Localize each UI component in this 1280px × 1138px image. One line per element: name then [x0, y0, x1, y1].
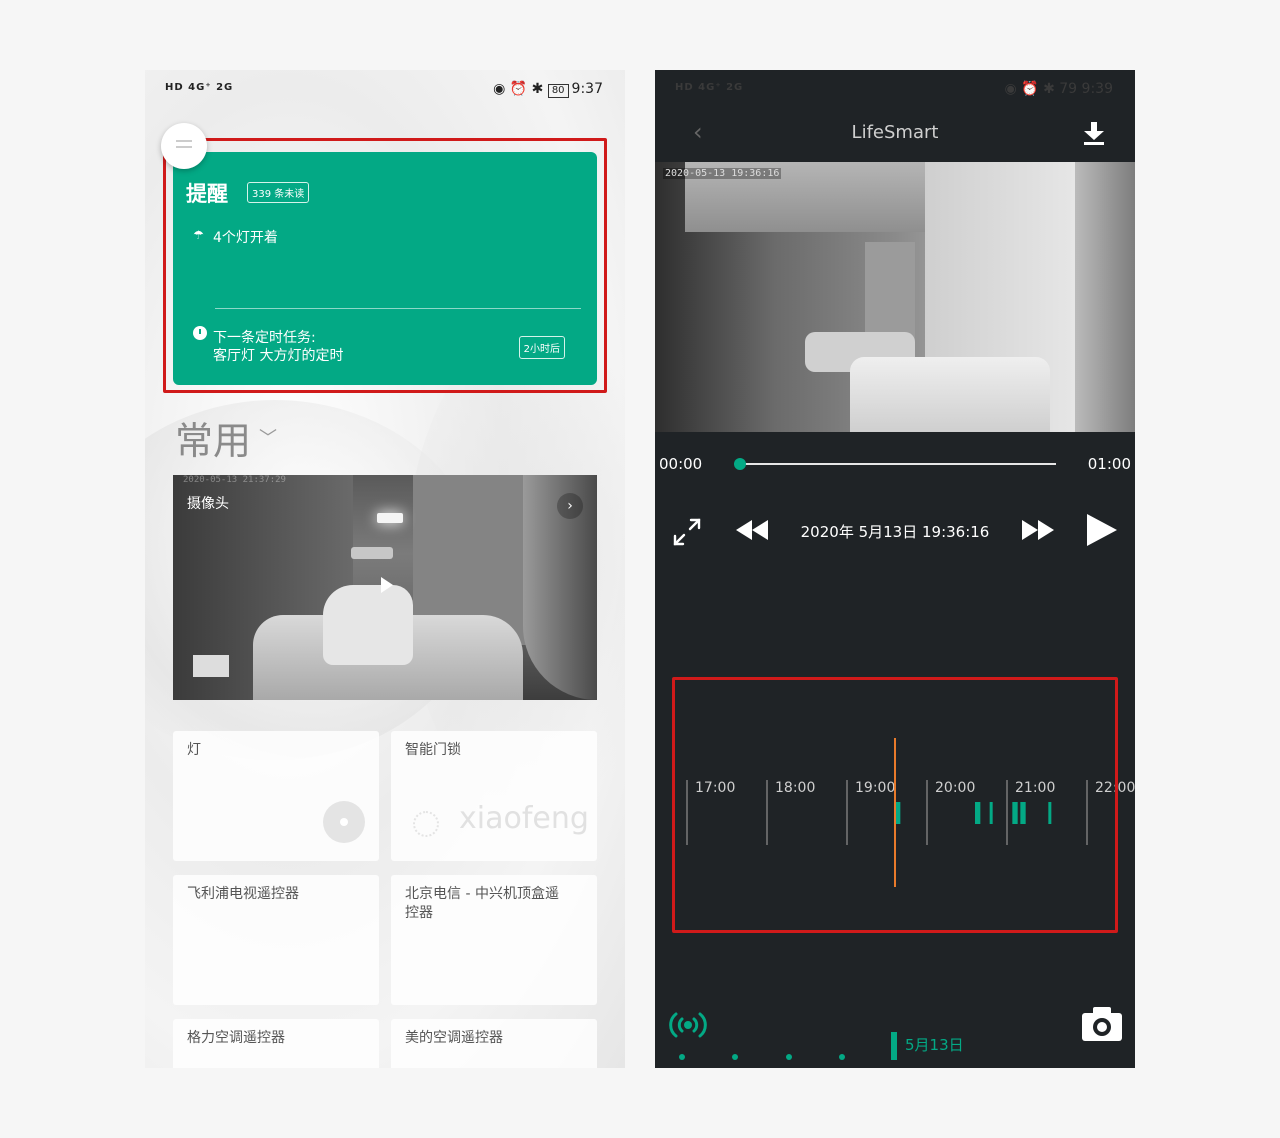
fast-forward-icon[interactable]	[1021, 518, 1055, 542]
playback-datetime: 2020年 5月13日 19:36:16	[800, 523, 990, 541]
device-label: 灯	[187, 742, 201, 758]
device-label: 北京电信 - 中兴机顶盒遥控器	[405, 886, 559, 921]
highlight-box-reminder	[163, 138, 607, 393]
page-dot	[732, 1054, 738, 1060]
page-dot	[786, 1054, 792, 1060]
signal-indicators: HD 4G⁺ 2G	[165, 82, 234, 93]
seek-handle[interactable]	[734, 458, 746, 470]
menu-button[interactable]	[161, 123, 207, 169]
play-icon[interactable]	[1087, 514, 1117, 546]
clock-time: 9:39	[1081, 81, 1113, 97]
playback-end-time: 01:00	[1087, 455, 1131, 473]
status-bar: HD 4G⁺ 2G ◉ ⏰ ✱ 79 9:39	[655, 70, 1135, 110]
signal-indicators: HD 4G⁺ 2G	[675, 82, 744, 93]
eye-icon: ◉	[1004, 81, 1017, 97]
page-dot	[679, 1054, 685, 1060]
camera-card[interactable]: 2020-05-13 21:37:29 摄像头 ›	[173, 475, 597, 700]
camera-snapshot-icon[interactable]	[1081, 1006, 1123, 1042]
video-timestamp: 2020-05-13 19:36:16	[663, 168, 782, 179]
device-label: 美的空调遥控器	[405, 1030, 503, 1046]
live-broadcast-icon[interactable]	[667, 1008, 709, 1042]
right-phone-screen: HD 4G⁺ 2G ◉ ⏰ ✱ 79 9:39 ‹ LifeSmart 2020…	[655, 70, 1135, 1068]
camera-timestamp: 2020-05-13 21:37:29	[183, 475, 286, 485]
device-card-light[interactable]: 灯	[173, 731, 379, 861]
device-card-midea-ac[interactable]: 美的空调遥控器	[391, 1019, 597, 1068]
device-card-settop-box[interactable]: 北京电信 - 中兴机顶盒遥控器	[391, 875, 597, 1005]
date-label[interactable]: 5月13日	[905, 1034, 964, 1055]
menu-icon-line	[176, 146, 192, 148]
video-player[interactable]: 2020-05-13 19:36:16	[655, 162, 1135, 432]
video-scene	[850, 357, 1050, 432]
play-icon[interactable]	[381, 577, 393, 593]
battery-indicator: 79	[1059, 81, 1078, 97]
battery-indicator: 80	[547, 84, 569, 98]
chevron-right-icon[interactable]: ›	[557, 493, 583, 519]
device-card-smart-lock[interactable]: 智能门锁 xiaofeng	[391, 731, 597, 861]
camera-scene	[323, 585, 413, 665]
chevron-down-icon[interactable]: ﹀	[259, 424, 277, 450]
download-icon[interactable]	[1083, 122, 1105, 146]
camera-title: 摄像头	[187, 496, 229, 512]
light-disc-icon	[323, 801, 365, 843]
camera-scene	[377, 513, 403, 523]
fingerprint-icon	[413, 811, 439, 837]
status-right: ◉ ⏰ ✱ 79 9:39	[1005, 81, 1113, 97]
device-card-gree-ac[interactable]: 格力空调遥控器	[173, 1019, 379, 1068]
device-label: 智能门锁	[405, 742, 461, 758]
camera-scene	[193, 655, 229, 677]
download-icon-head	[1084, 131, 1104, 140]
app-title: LifeSmart	[851, 122, 939, 143]
status-bar: HD 4G⁺ 2G ◉ ⏰ ✱ 80 9:37	[145, 70, 625, 110]
device-label: 格力空调遥控器	[187, 1030, 285, 1046]
video-scene	[1075, 162, 1135, 432]
status-right: ◉ ⏰ ✱ 80 9:37	[493, 81, 603, 98]
camera-scene	[351, 547, 393, 559]
clock-time: 9:37	[571, 81, 603, 97]
left-phone-screen: HD 4G⁺ 2G ◉ ⏰ ✱ 80 9:37 提醒 339 条未读 ☂ 4个灯开…	[145, 70, 625, 1068]
device-card-philips-tv[interactable]: 飞利浦电视遥控器	[173, 875, 379, 1005]
section-title: 常用	[175, 419, 252, 463]
alarm-icon: ⏰	[509, 81, 528, 97]
download-icon-base	[1084, 142, 1104, 145]
bluetooth-icon: ✱	[1043, 81, 1055, 97]
seek-bar[interactable]	[740, 463, 1056, 465]
playback-start-time: 00:00	[659, 455, 703, 473]
device-label: 飞利浦电视遥控器	[187, 886, 299, 902]
menu-icon-line	[176, 140, 192, 142]
date-marker	[891, 1032, 897, 1060]
highlight-box-timeline	[672, 677, 1118, 933]
page-dot	[839, 1054, 845, 1060]
bluetooth-icon: ✱	[531, 81, 544, 97]
alarm-icon: ⏰	[1021, 81, 1039, 97]
lock-user-name: xiaofeng	[459, 801, 589, 836]
eye-icon: ◉	[493, 81, 506, 97]
